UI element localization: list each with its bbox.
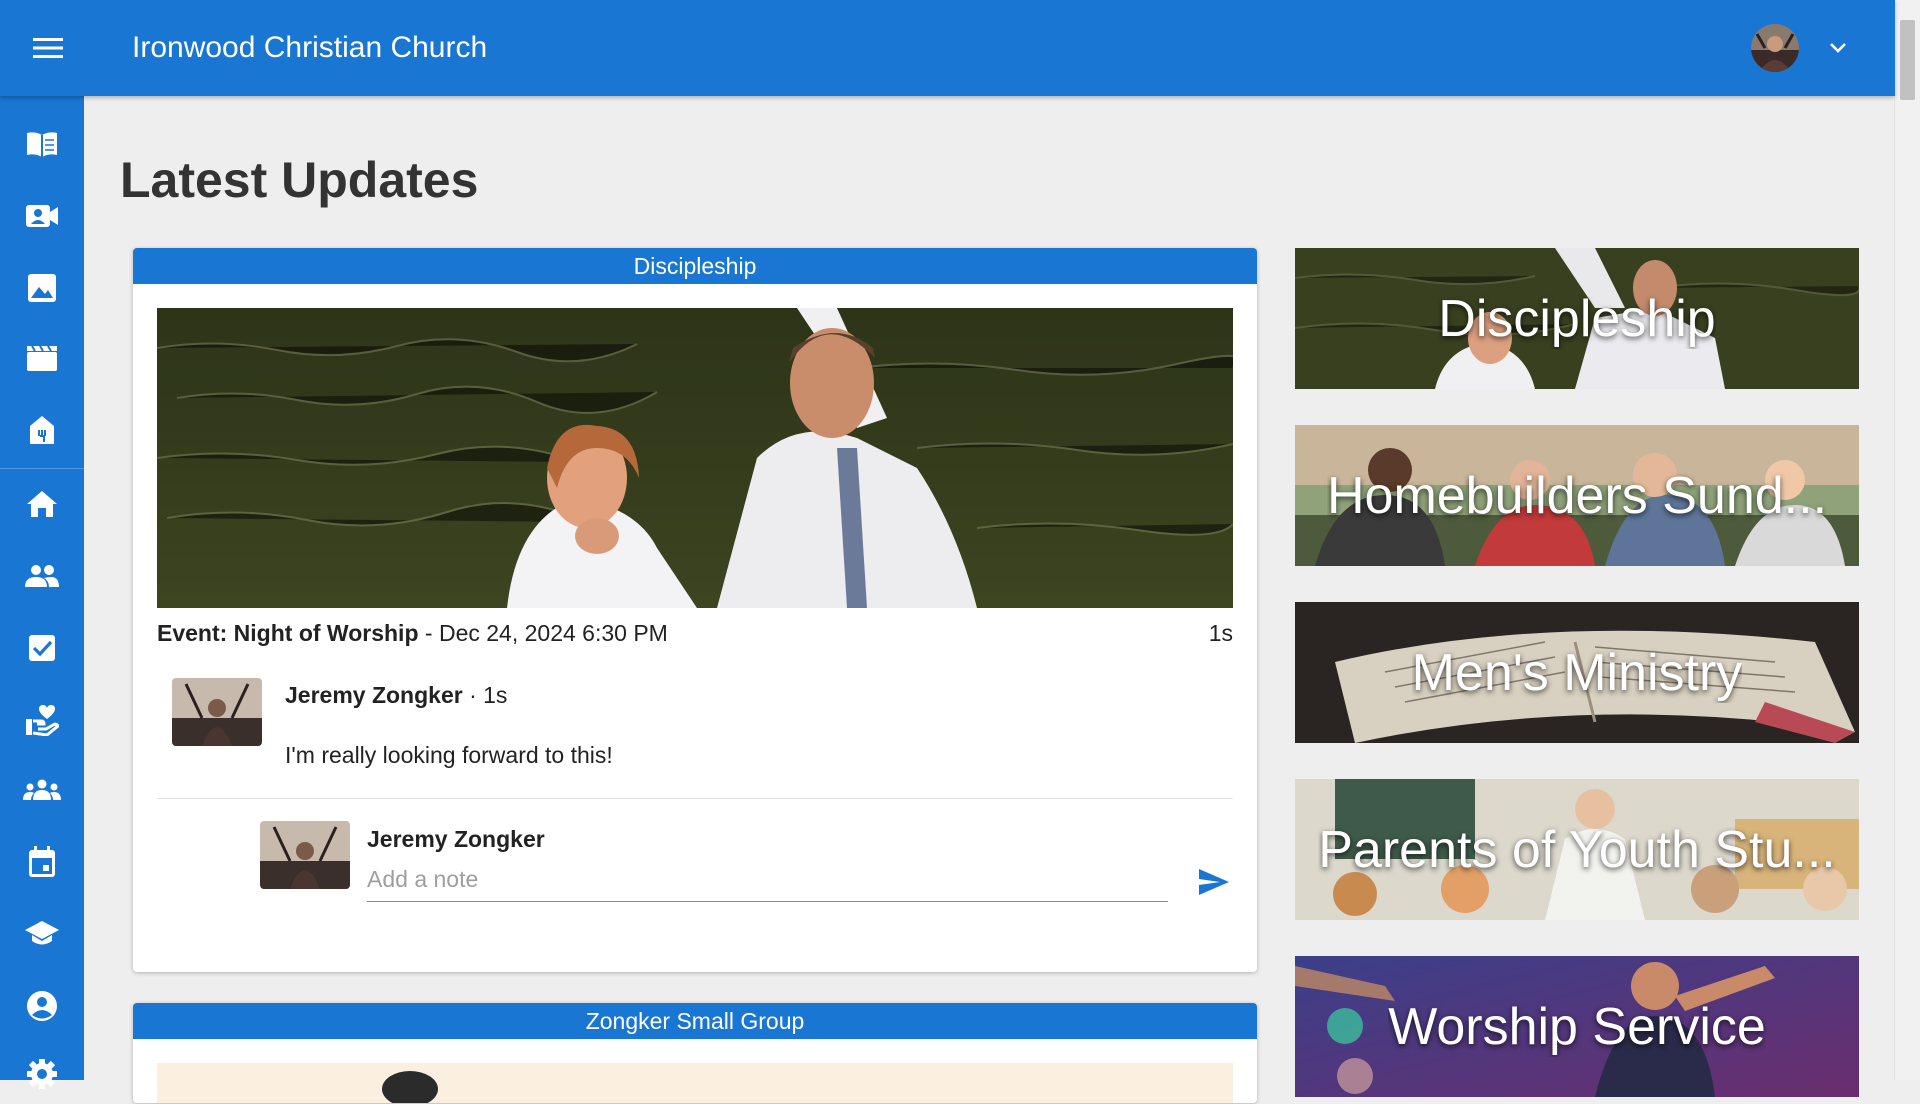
church-icon <box>30 416 54 444</box>
group-tile-mens-ministry[interactable]: Men's Ministry <box>1295 602 1859 743</box>
sidebar-item-serving[interactable] <box>0 690 84 750</box>
account-icon <box>27 991 57 1021</box>
sidebar-divider <box>0 468 84 469</box>
feed-card: Discipleship Event: Night of Worship - D… <box>133 248 1257 972</box>
comment-age: · 1s <box>462 682 508 708</box>
page-title: Latest Updates <box>120 152 479 208</box>
sidebar-item-home[interactable] <box>0 474 84 534</box>
video-icon <box>26 205 58 227</box>
sidebar-item-calendar[interactable] <box>0 832 84 892</box>
school-icon <box>25 921 59 945</box>
group-tile-discipleship[interactable]: Discipleship <box>1295 248 1859 389</box>
event-summary: Event: Night of Worship - Dec 24, 2024 6… <box>157 620 1233 647</box>
sidebar-item-school[interactable] <box>0 904 84 964</box>
bible-icon <box>27 132 57 157</box>
sidebar-item-media[interactable] <box>0 328 84 388</box>
user-avatar[interactable] <box>1751 24 1799 72</box>
add-note-input[interactable] <box>367 866 1168 902</box>
clapperboard-icon <box>27 345 57 371</box>
groups-icon <box>23 779 61 800</box>
note-avatar <box>260 821 350 889</box>
menu-button[interactable] <box>28 28 68 68</box>
scrollbar-thumb[interactable] <box>1900 20 1915 100</box>
send-icon <box>1199 869 1229 895</box>
group-tile-label: Worship Service <box>1388 997 1766 1056</box>
sidebar-item-profile[interactable] <box>0 976 84 1036</box>
send-note-button[interactable] <box>1192 860 1236 904</box>
menu-icon <box>33 38 63 58</box>
event-image[interactable] <box>157 308 1233 608</box>
sidebar <box>0 96 84 1089</box>
sidebar-item-images[interactable] <box>0 258 84 318</box>
group-tile-homebuilders[interactable]: Homebuilders Sund... <box>1295 425 1859 566</box>
home-icon <box>27 491 57 517</box>
volunteer-icon <box>26 705 59 736</box>
sidebar-item-bible[interactable] <box>0 114 84 174</box>
comment-text: I'm really looking forward to this! <box>285 742 613 768</box>
comment-avatar[interactable] <box>172 678 262 746</box>
account-menu-button[interactable] <box>1820 30 1856 66</box>
event-image[interactable] <box>157 1063 1233 1103</box>
group-tile-worship-service[interactable]: Worship Service <box>1295 956 1859 1097</box>
sidebar-item-video[interactable] <box>0 186 84 246</box>
settings-icon <box>27 1059 57 1089</box>
comment-author: Jeremy Zongker · 1s <box>285 682 507 709</box>
card-group-header[interactable]: Discipleship <box>133 248 1257 284</box>
checkbox-icon <box>29 635 55 661</box>
sidebar-item-church[interactable] <box>0 400 84 460</box>
app-title: Ironwood Christian Church <box>132 31 488 64</box>
group-tile-parents-youth[interactable]: Parents of Youth Stu... <box>1295 779 1859 920</box>
note-author: Jeremy Zongker <box>367 826 545 852</box>
image-icon <box>28 274 56 302</box>
group-tile-label: Discipleship <box>1438 289 1716 348</box>
comment-author-name[interactable]: Jeremy Zongker <box>285 682 463 708</box>
chevron-down-icon <box>1830 43 1846 53</box>
sidebar-item-people[interactable] <box>0 546 84 606</box>
sidebar-item-settings[interactable] <box>0 1044 84 1104</box>
sidebar-item-tasks[interactable] <box>0 618 84 678</box>
calendar-icon <box>29 846 55 877</box>
card-group-header[interactable]: Zongker Small Group <box>133 1003 1257 1039</box>
event-title[interactable]: Event: Night of Worship <box>157 620 419 646</box>
sidebar-item-groups[interactable] <box>0 760 84 820</box>
group-tile-label: Men's Ministry <box>1411 643 1743 702</box>
feed-card: Zongker Small Group <box>133 1003 1257 1103</box>
group-tile-label: Parents of Youth Stu... <box>1318 820 1836 879</box>
group-tile-label: Homebuilders Sund... <box>1326 466 1828 525</box>
page-scrollbar[interactable] <box>1894 0 1920 1080</box>
app-bar: Ironwood Christian Church <box>0 0 1895 96</box>
event-age: 1s <box>1208 620 1233 646</box>
comment-divider <box>157 798 1233 799</box>
people-icon <box>25 565 59 587</box>
event-date: - Dec 24, 2024 6:30 PM <box>418 620 668 646</box>
